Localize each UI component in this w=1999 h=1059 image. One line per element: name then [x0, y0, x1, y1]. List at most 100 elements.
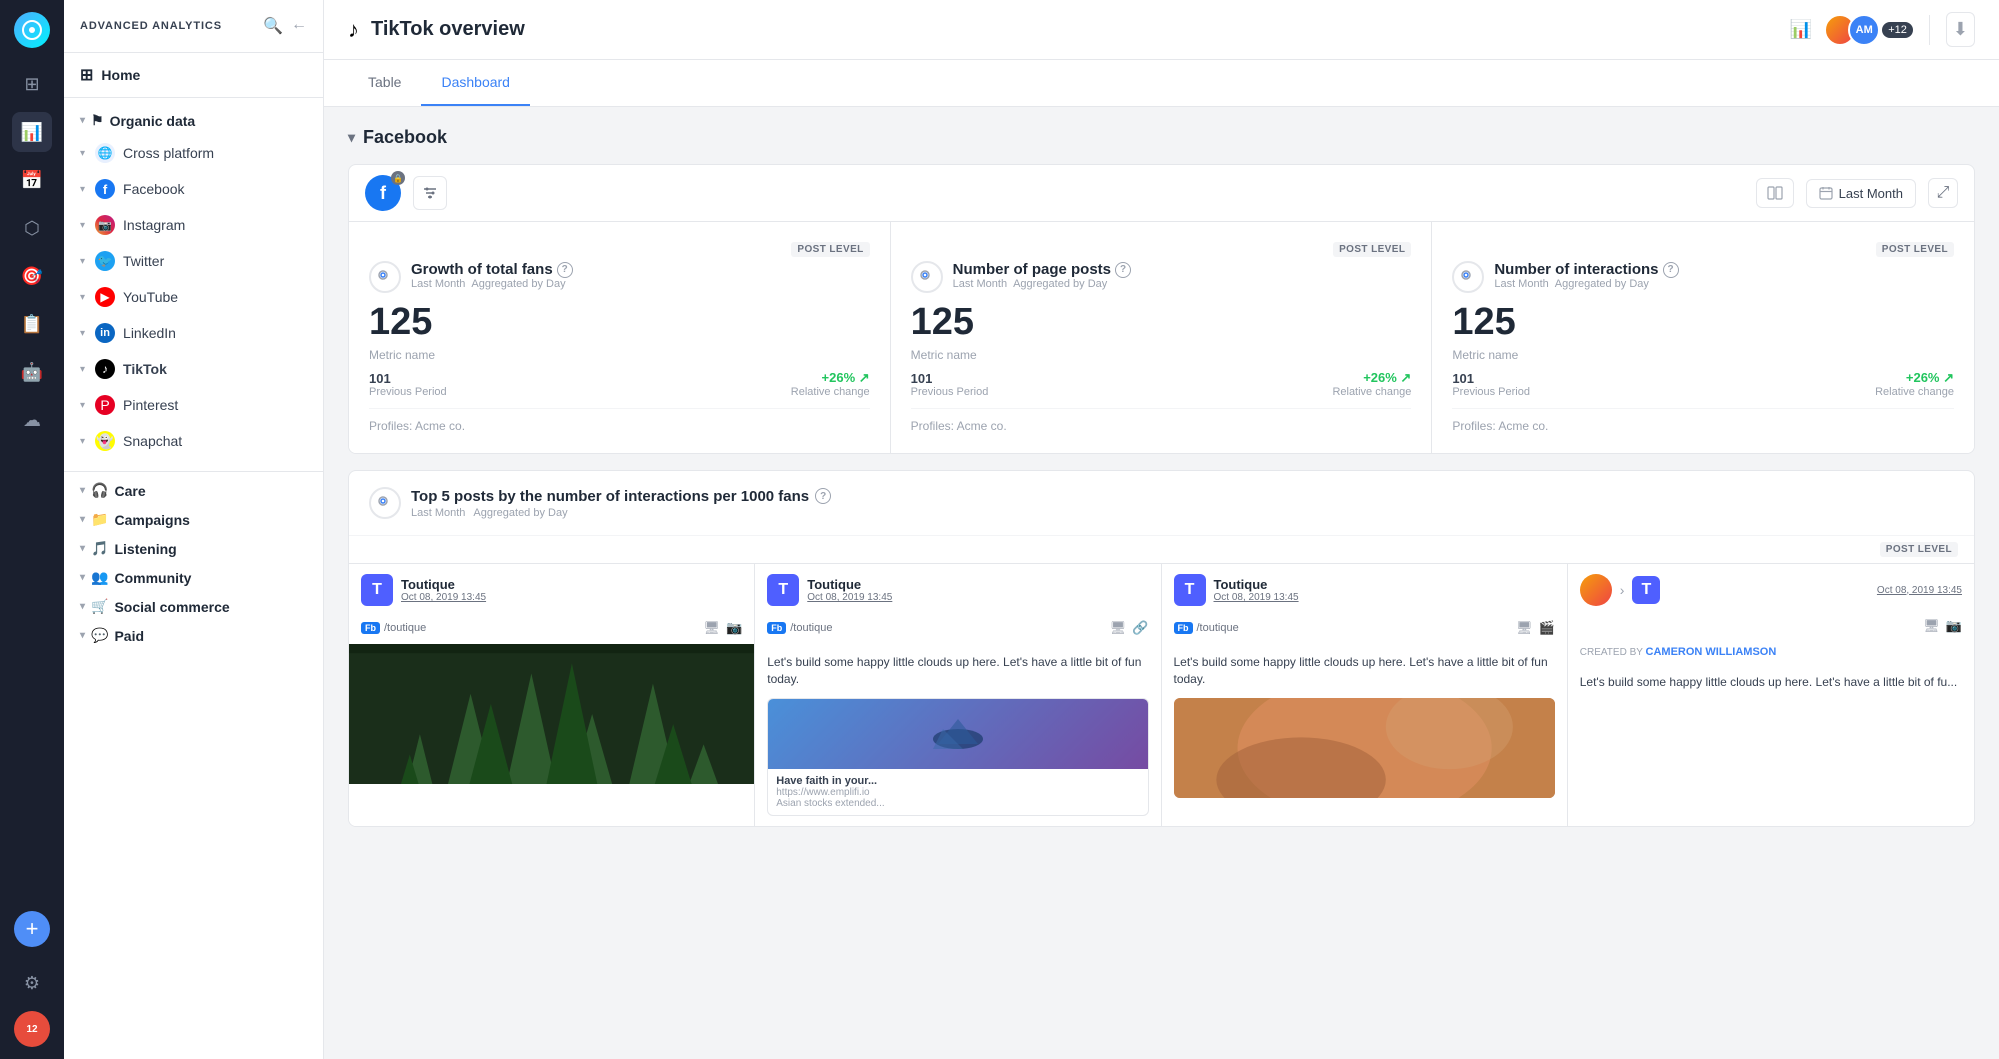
post-date-1: Oct 08, 2019 13:45: [807, 592, 892, 603]
flag-icon: ⚑: [91, 112, 104, 129]
user-avatar-icon[interactable]: 12: [14, 1011, 50, 1047]
sidebar-group-organic[interactable]: ▾ ⚑ Organic data: [64, 106, 323, 135]
metric-name-1: Metric name: [911, 348, 1412, 362]
post-name-2: Toutique: [1214, 577, 1299, 592]
date-filter-btn[interactable]: Last Month: [1806, 179, 1916, 208]
nav-icon-calendar[interactable]: 📅: [12, 160, 52, 200]
date-filter-label: Last Month: [1839, 186, 1903, 201]
top-posts-help-icon[interactable]: ?: [815, 488, 831, 504]
help-icon-2[interactable]: ?: [1663, 262, 1679, 278]
sidebar-group-social-commerce[interactable]: ▾ 🛒 Social commerce: [64, 592, 323, 621]
metric-period-1: Last Month: [953, 278, 1007, 290]
search-icon[interactable]: 🔍: [263, 16, 283, 36]
post-card-2: T Toutique Oct 08, 2019 13:45 Fb /toutiq…: [1162, 564, 1568, 826]
top-bar: ♪ TikTok overview 📊 AM +12 ⬇: [324, 0, 1999, 60]
expand-btn[interactable]: ⤢: [1928, 178, 1958, 208]
sidebar-item-instagram[interactable]: ▾ 📷 Instagram: [64, 207, 323, 243]
tabs: Table Dashboard: [324, 60, 1999, 107]
post-level-row: POST LEVEL: [349, 536, 1974, 563]
help-icon-0[interactable]: ?: [557, 262, 573, 278]
sidebar-item-pinterest[interactable]: ▾ P Pinterest: [64, 387, 323, 423]
post-card-header-1: T Toutique Oct 08, 2019 13:45: [755, 564, 1160, 616]
metric-title-block-1: Number of page posts ? Last Month Aggreg…: [953, 261, 1131, 290]
facebook-profile-btn[interactable]: f 🔒: [365, 175, 401, 211]
tab-table[interactable]: Table: [348, 60, 421, 106]
metric-period-0: Last Month: [411, 278, 465, 290]
download-icon[interactable]: ⬇: [1946, 12, 1975, 47]
post-link-preview-1: Have faith in your... https://www.emplif…: [767, 698, 1148, 816]
top-posts-title: Top 5 posts by the number of interaction…: [411, 488, 809, 505]
sidebar: Advanced Analytics 🔍 ← ⊞ Home ▾ ⚑ Organi…: [64, 0, 324, 1059]
post-image-0: [349, 644, 754, 784]
chart-icon[interactable]: 📊: [1790, 19, 1812, 40]
date-3: Oct 08, 2019 13:45: [1877, 585, 1962, 596]
fb-badge-0: Fb: [361, 622, 380, 634]
sidebar-item-youtube[interactable]: ▾ ▶ YouTube: [64, 279, 323, 315]
sidebar-item-twitter[interactable]: ▾ 🐦 Twitter: [64, 243, 323, 279]
post-name-1: Toutique: [807, 577, 892, 592]
back-icon[interactable]: ←: [291, 16, 307, 36]
post-link-preview-img-1: [768, 699, 1147, 769]
sidebar-group-campaigns[interactable]: ▾ 📁 Campaigns: [64, 505, 323, 534]
sidebar-group-community[interactable]: ▾ 👥 Community: [64, 563, 323, 592]
metric-value-2: 125: [1452, 301, 1954, 344]
metric-prev-label-0: Previous Period: [369, 386, 447, 398]
post-text-2: Let's build some happy little clouds up …: [1162, 644, 1567, 698]
nav-icon-cloud[interactable]: ☁: [12, 400, 52, 440]
post-level-badge-1: POST LEVEL: [1333, 242, 1411, 257]
sidebar-section-organic: ▾ ⚑ Organic data ▾ 🌐 Cross platform ▾ f …: [64, 98, 323, 467]
metric-name-0: Metric name: [369, 348, 870, 362]
sidebar-item-facebook[interactable]: ▾ f Facebook: [64, 171, 323, 207]
post-trees-image: [349, 644, 754, 784]
settings-icon[interactable]: ⚙: [12, 963, 52, 1003]
campaigns-label: Campaigns: [114, 512, 189, 528]
metric-period-2: Last Month: [1494, 278, 1548, 290]
sidebar-group-care[interactable]: ▾ 🎧 Care: [64, 476, 323, 505]
filter-btn[interactable]: [413, 176, 447, 210]
nav-icon-network[interactable]: ⬡: [12, 208, 52, 248]
sidebar-item-linkedin[interactable]: ▾ in LinkedIn: [64, 315, 323, 351]
creator-avatar-3: [1580, 574, 1612, 606]
post-card-creator-header-3: › T Oct 08, 2019 13:45: [1568, 564, 1974, 616]
post-name-0: Toutique: [401, 577, 486, 592]
add-button[interactable]: +: [14, 911, 50, 947]
section-chevron-icon: ▾: [348, 129, 355, 146]
snapchat-label: Snapchat: [123, 433, 182, 449]
monitor-icon-0: 🖥: [704, 620, 721, 636]
home-grid-icon: ⊞: [80, 65, 93, 85]
sidebar-group-listening[interactable]: ▾ 🎵 Listening: [64, 534, 323, 563]
sidebar-group-paid[interactable]: ▾ 💬 Paid: [64, 621, 323, 650]
sidebar-item-snapchat[interactable]: ▾ 👻 Snapchat: [64, 423, 323, 459]
post-icons-3: Oct 08, 2019 13:45: [1877, 585, 1962, 596]
metric-title-2: Number of interactions: [1494, 261, 1658, 278]
tiktok-header-icon: ♪: [348, 17, 359, 43]
metric-profiles-0: Profiles: Acme co.: [369, 408, 870, 433]
posts-grid: T Toutique Oct 08, 2019 13:45 Fb /toutiq…: [349, 563, 1974, 826]
nav-icon-bot[interactable]: 🤖: [12, 352, 52, 392]
nav-icon-grid[interactable]: ⊞: [12, 64, 52, 104]
nav-icon-chart[interactable]: 📊: [12, 112, 52, 152]
cross-platform-label: Cross platform: [123, 145, 214, 161]
tiktok-label: TikTok: [123, 361, 167, 377]
community-icon: 👥: [91, 569, 108, 586]
post-avatar-3: T: [1632, 576, 1660, 604]
nav-icon-target[interactable]: 🎯: [12, 256, 52, 296]
post-card-header-0: T Toutique Oct 08, 2019 13:45: [349, 564, 754, 616]
top-posts-period: Last Month: [411, 507, 465, 519]
post-card-0: T Toutique Oct 08, 2019 13:45 Fb /toutiq…: [349, 564, 755, 826]
sidebar-home[interactable]: ⊞ Home: [64, 53, 323, 98]
post-icons-1: 🖥 🔗: [1110, 620, 1149, 636]
app-logo[interactable]: [14, 12, 50, 48]
post-date-2: Oct 08, 2019 13:45: [1214, 592, 1299, 603]
sidebar-item-tiktok[interactable]: ▾ ♪ TikTok: [64, 351, 323, 387]
facebook-section-header: ▾ Facebook: [348, 127, 1975, 148]
tab-dashboard[interactable]: Dashboard: [421, 60, 530, 106]
sidebar-item-cross-platform[interactable]: ▾ 🌐 Cross platform: [64, 135, 323, 171]
split-view-btn[interactable]: [1756, 178, 1794, 208]
metric-aggregation-2: Aggregated by Day: [1555, 278, 1649, 290]
help-icon-1[interactable]: ?: [1115, 262, 1131, 278]
sidebar-icons: 🔍 ←: [263, 16, 307, 36]
nav-icon-post[interactable]: 📋: [12, 304, 52, 344]
metric-title-block-2: Number of interactions ? Last Month Aggr…: [1494, 261, 1678, 290]
post-level-badge-0: POST LEVEL: [791, 242, 869, 257]
